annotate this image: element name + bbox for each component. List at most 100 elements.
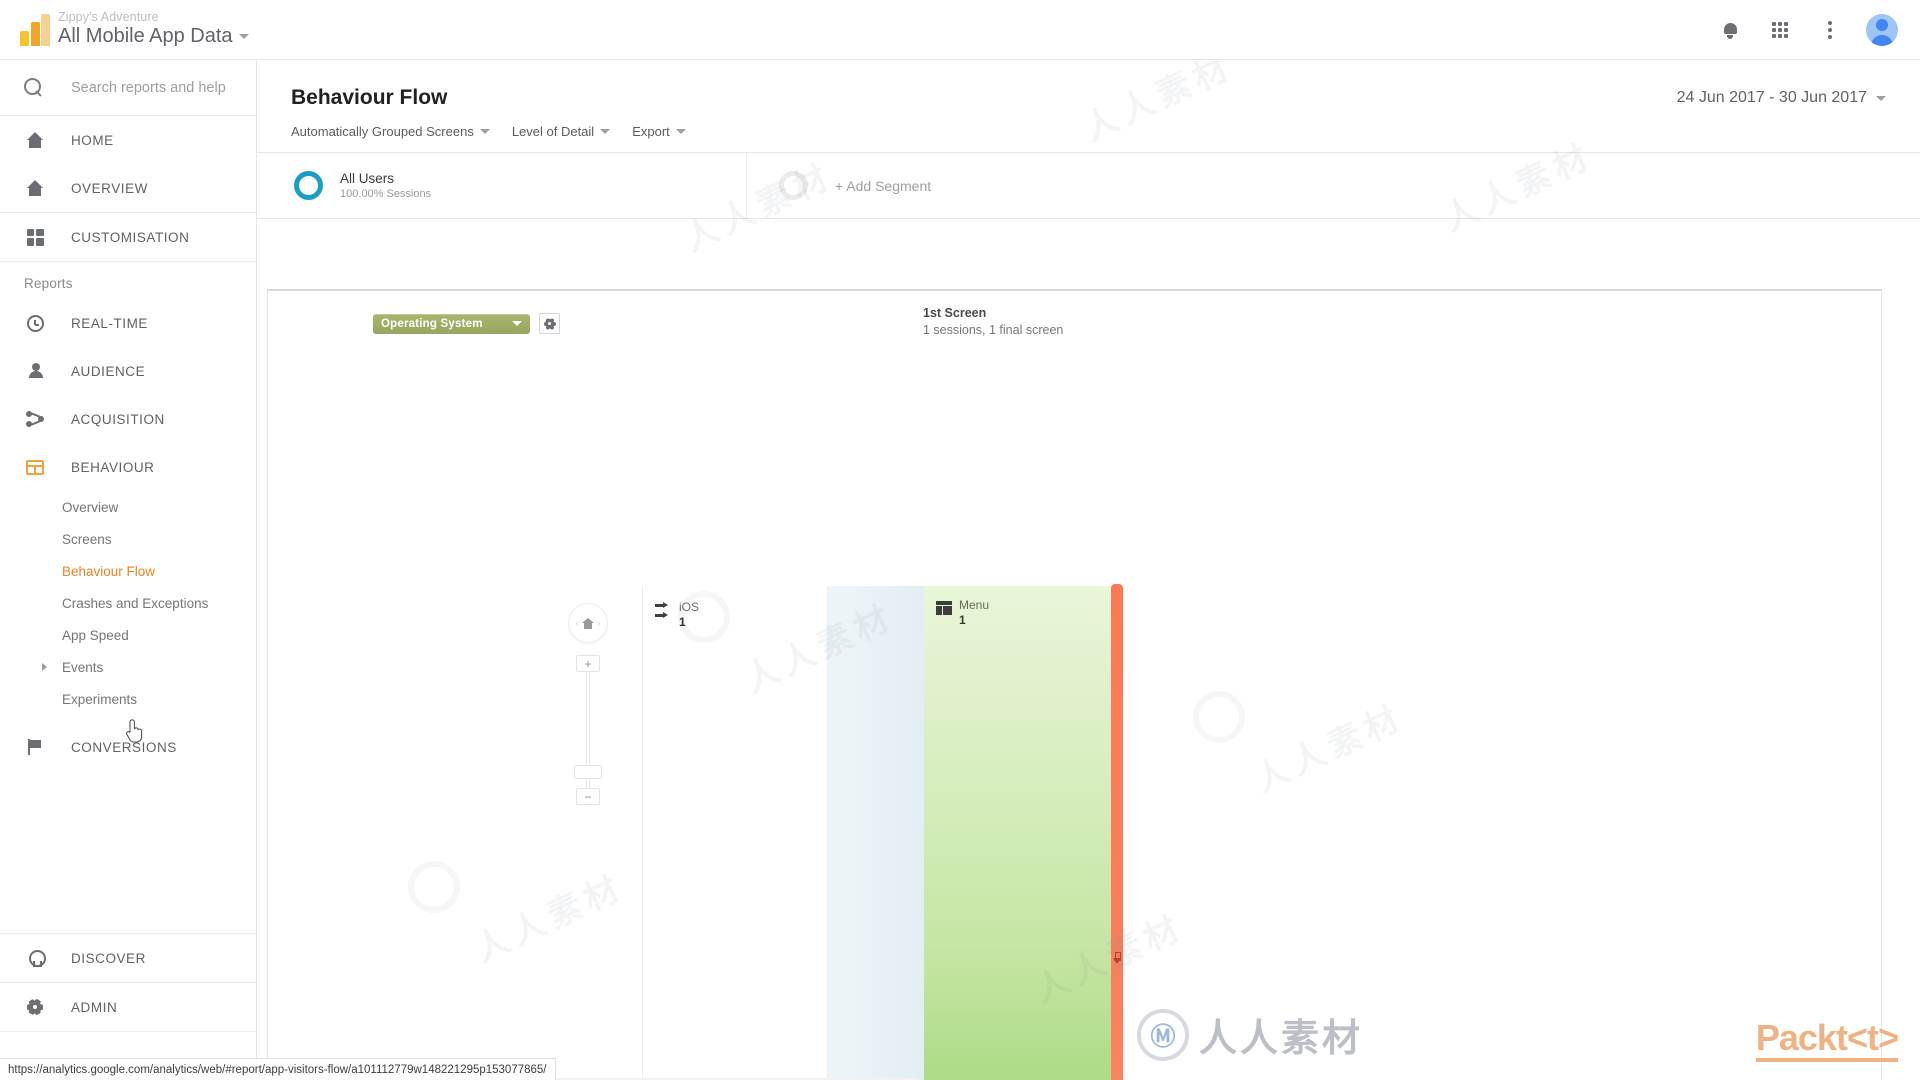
home-icon <box>582 617 594 629</box>
gear-icon <box>24 998 46 1016</box>
home-icon <box>24 132 46 148</box>
page-title: Behaviour Flow <box>291 86 448 109</box>
user-avatar[interactable] <box>1866 13 1898 46</box>
sidebar-item-real-time[interactable]: REAL-TIME <box>0 299 256 347</box>
level-of-detail-dropdown[interactable]: Level of Detail <box>512 124 611 139</box>
top-bar: Zippy's Adventure All Mobile App Data <box>0 0 1920 60</box>
dimension-label: Operating System <box>381 317 483 330</box>
more-vertical-icon <box>1828 20 1832 39</box>
sidebar-item-behaviour[interactable]: BEHAVIOUR <box>0 443 256 491</box>
sidebar-subitem-app-speed[interactable]: App Speed <box>0 619 256 651</box>
search-icon <box>24 78 43 97</box>
sidebar-item-label: OVERVIEW <box>71 180 148 196</box>
export-label: Export <box>632 124 670 139</box>
more-options-button[interactable] <box>1816 16 1844 44</box>
zoom-slider-handle[interactable] <box>574 765 602 779</box>
browser-status-bar: https://analytics.google.com/analytics/w… <box>0 1058 556 1080</box>
watermark-ring <box>1193 691 1245 743</box>
flow-node-first-screen[interactable]: Menu 1 <box>924 586 1119 1080</box>
sidebar-subitem-label: App Speed <box>62 627 129 643</box>
export-dropdown[interactable]: Export <box>632 124 686 139</box>
apps-grid-icon <box>1772 21 1788 38</box>
sidebar-item-acquisition[interactable]: ACQUISITION <box>0 395 256 443</box>
sidebar-item-audience[interactable]: AUDIENCE <box>0 347 256 395</box>
analytics-bars-icon <box>20 13 50 46</box>
chevron-down-icon <box>512 321 522 326</box>
segment-sessions: 100.00% Sessions <box>340 187 432 200</box>
flow-node-value: 1 <box>679 615 686 629</box>
zoom-slider[interactable]: + − <box>574 655 602 805</box>
flow-dimension-controls: Operating System <box>373 313 560 334</box>
person-icon <box>24 362 46 380</box>
zoom-in-button[interactable]: + <box>576 655 600 672</box>
sidebar-item-label: ACQUISITION <box>71 411 165 427</box>
sidebar-subitem-label: Overview <box>62 499 119 515</box>
property-view-name[interactable]: All Mobile App Data <box>58 24 249 49</box>
customisation-icon <box>24 228 46 246</box>
sidebar-item-discover[interactable]: DISCOVER <box>0 934 256 982</box>
screen-icon <box>936 601 952 615</box>
clock-icon <box>24 314 46 332</box>
sidebar-item-admin[interactable]: ADMIN <box>0 983 256 1031</box>
sidebar-subitem-screens[interactable]: Screens <box>0 523 256 555</box>
flow-connector-band <box>828 586 924 1080</box>
chevron-down-icon <box>1876 95 1886 101</box>
segment-all-users[interactable]: All Users 100.00% Sessions <box>257 153 747 218</box>
segment-ring-icon <box>294 171 323 200</box>
report-toolbar: Automatically Grouped Screens Level of D… <box>257 110 1920 139</box>
sidebar-subitem-experiments[interactable]: Experiments <box>0 683 256 715</box>
flag-icon <box>24 739 46 755</box>
zoom-controls: ‹ › + − <box>568 603 608 805</box>
sidebar-subitem-label: Behaviour Flow <box>62 563 156 579</box>
report-header: Behaviour Flow 24 Jun 2017 - 30 Jun 2017 <box>257 60 1920 110</box>
chevron-down-icon <box>675 129 686 134</box>
flow-node-source[interactable]: iOS 1 <box>642 586 828 1080</box>
sidebar-item-label: HOME <box>71 132 114 148</box>
sidebar-item-home[interactable]: HOME <box>0 116 256 164</box>
chevron-right-icon[interactable]: › <box>597 618 600 629</box>
first-screen-column-header: 1st Screen 1 sessions, 1 final screen <box>923 305 1063 339</box>
sidebar-item-customisation[interactable]: CUSTOMISATION <box>0 213 256 261</box>
segment-bar: All Users 100.00% Sessions + Add Segment <box>257 153 1920 219</box>
sidebar-subitem-label: Screens <box>62 531 112 547</box>
inbound-arrows-icon <box>655 602 672 621</box>
sidebar-subitem-crashes-and-exceptions[interactable]: Crashes and Exceptions <box>0 587 256 619</box>
account-selector[interactable]: Zippy's Adventure All Mobile App Data <box>58 10 249 49</box>
account-name: Zippy's Adventure <box>58 10 159 24</box>
flow-settings-button[interactable] <box>539 313 560 334</box>
notifications-button[interactable] <box>1716 16 1744 44</box>
sidebar-item-label: ADMIN <box>71 999 118 1015</box>
behaviour-flow-canvas-wrapper: Operating System 1st Screen 1 sessions, … <box>267 289 1882 1080</box>
grouped-screens-label: Automatically Grouped Screens <box>291 124 474 139</box>
sidebar-item-overview[interactable]: OVERVIEW <box>0 164 256 212</box>
chevron-right-icon <box>42 663 47 671</box>
add-segment-ring-icon <box>779 171 808 200</box>
search-placeholder: Search reports and help <box>71 79 226 96</box>
packt-tail: <t> <box>1846 1017 1899 1058</box>
dimension-selector[interactable]: Operating System <box>373 313 530 334</box>
flow-dropoff-bar[interactable] <box>1111 584 1123 1080</box>
google-apps-button[interactable] <box>1766 16 1794 44</box>
chevron-left-icon[interactable]: ‹ <box>576 618 579 629</box>
sidebar-item-label: DISCOVER <box>71 950 146 966</box>
packt-logo: Packt<t> <box>1755 1017 1899 1062</box>
behaviour-icon <box>24 459 46 475</box>
flow-node-label: Menu <box>959 598 990 612</box>
reset-view-button[interactable]: ‹ › <box>568 603 608 643</box>
sidebar-subitem-events[interactable]: Events <box>0 651 256 683</box>
grouped-screens-dropdown[interactable]: Automatically Grouped Screens <box>291 124 490 139</box>
chevron-down-icon <box>238 34 249 39</box>
zoom-out-button[interactable]: − <box>576 788 600 805</box>
sidebar-section-reports: Reports <box>24 276 73 291</box>
behaviour-flow-canvas[interactable]: Operating System 1st Screen 1 sessions, … <box>267 289 1882 1080</box>
sidebar-subitem-label: Crashes and Exceptions <box>62 595 209 611</box>
date-range-picker[interactable]: 24 Jun 2017 - 30 Jun 2017 <box>1677 86 1886 107</box>
bell-icon <box>1723 22 1738 39</box>
sidebar-subitem-behaviour-flow[interactable]: Behaviour Flow <box>0 555 256 587</box>
search-reports-field[interactable]: Search reports and help <box>0 60 256 116</box>
add-segment-button[interactable]: + Add Segment <box>747 153 931 218</box>
sidebar-subitem-label: Experiments <box>62 691 138 707</box>
watermark-ring <box>408 861 460 913</box>
chevron-down-icon <box>479 129 490 134</box>
sidebar-subitem-overview[interactable]: Overview <box>0 491 256 523</box>
